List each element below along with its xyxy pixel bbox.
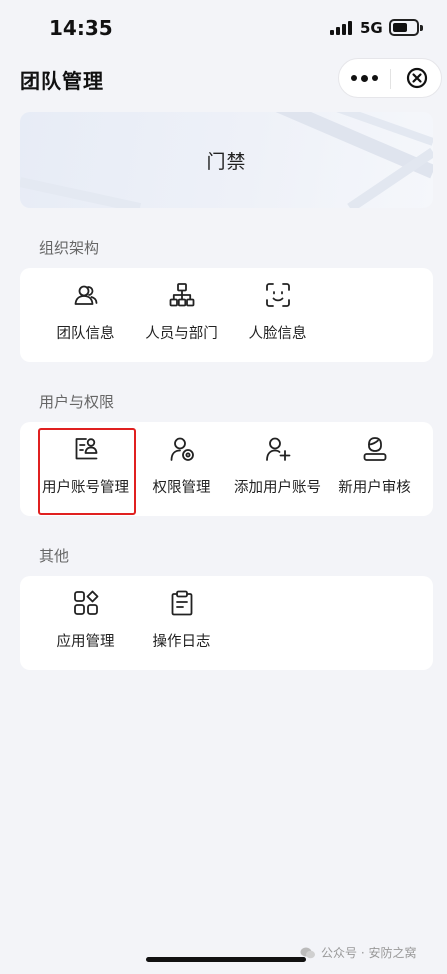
- network-type: 5G: [360, 19, 383, 37]
- card-other: 应用管理 操作日志: [20, 576, 433, 670]
- tile-operation-log[interactable]: 操作日志: [133, 576, 230, 672]
- tile-team-info[interactable]: 团队信息: [37, 268, 134, 364]
- user-permission-icon: [170, 437, 194, 461]
- watermark-text: 公众号 · 安防之窝: [321, 946, 417, 960]
- tile-permission-management[interactable]: 权限管理: [133, 422, 230, 518]
- tile-label: 人脸信息: [248, 326, 307, 342]
- clipboard-log-icon: [171, 590, 193, 616]
- battery-icon: [389, 19, 423, 36]
- section-title-org: 组织架构: [39, 239, 100, 257]
- close-button[interactable]: [391, 59, 442, 97]
- section-title-users: 用户与权限: [39, 393, 115, 411]
- status-time: 14:35: [49, 16, 113, 40]
- tile-face-info[interactable]: 人脸信息: [229, 268, 326, 364]
- access-control-banner[interactable]: 门禁: [20, 112, 433, 208]
- add-user-icon: [266, 437, 291, 461]
- page-title: 团队管理: [20, 69, 104, 93]
- watermark: 公众号 · 安防之窝: [300, 944, 416, 961]
- tile-label: 应用管理: [56, 634, 115, 650]
- highlight-box: [38, 428, 136, 515]
- tile-new-user-review[interactable]: 新用户审核: [326, 422, 423, 518]
- team-icon: [74, 285, 98, 305]
- tile-add-user-account[interactable]: 添加用户账号: [229, 422, 326, 518]
- org-chart-icon: [169, 283, 195, 307]
- status-bar: 14:35 5G: [0, 0, 447, 56]
- banner-title: 门禁: [206, 150, 247, 173]
- close-circle-icon: [406, 67, 427, 89]
- card-org: 团队信息 人员与部门 人脸信息: [20, 268, 433, 362]
- tile-label: 添加用户账号: [234, 480, 321, 496]
- tile-app-management[interactable]: 应用管理: [37, 576, 134, 672]
- tile-label: 人员与部门: [145, 326, 218, 342]
- tile-label: 权限管理: [152, 480, 211, 496]
- mini-program-capsule: [338, 58, 442, 98]
- tile-label: 团队信息: [56, 326, 115, 342]
- tile-staff-departments[interactable]: 人员与部门: [133, 268, 230, 364]
- tile-label: 新用户审核: [338, 480, 411, 496]
- user-review-icon: [363, 437, 387, 461]
- section-title-other: 其他: [39, 547, 70, 565]
- more-dots-icon: [351, 75, 357, 81]
- apps-icon: [74, 590, 99, 615]
- home-indicator: [146, 957, 306, 962]
- tile-label: 操作日志: [152, 634, 211, 650]
- wechat-icon: [300, 947, 315, 958]
- more-button[interactable]: [339, 59, 390, 97]
- face-scan-icon: [266, 283, 290, 307]
- signal-icon: [330, 21, 354, 35]
